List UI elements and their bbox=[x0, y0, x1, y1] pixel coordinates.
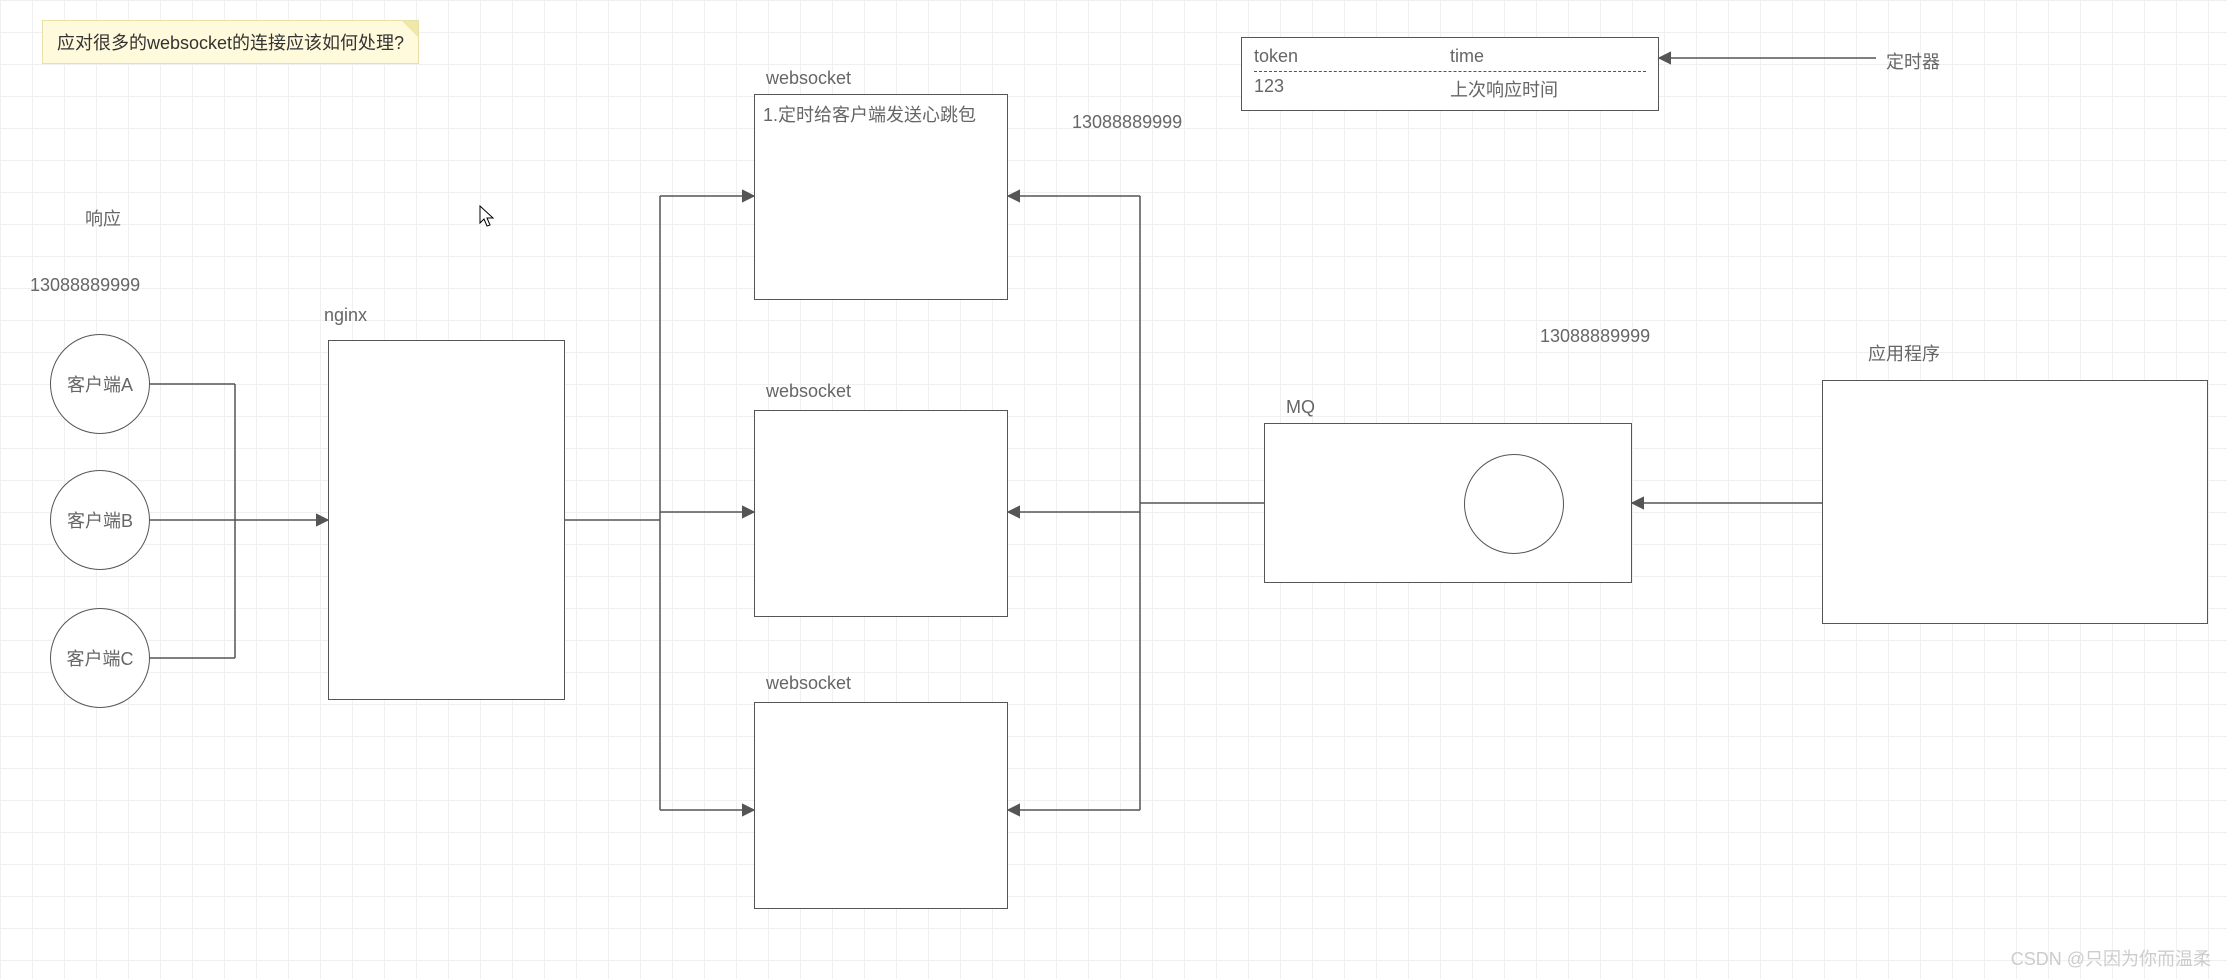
label-phone3: 13088889999 bbox=[1540, 326, 1650, 347]
label-timer: 定时器 bbox=[1886, 48, 1940, 74]
label-ws2: websocket bbox=[766, 381, 851, 402]
th-token: token bbox=[1254, 46, 1450, 67]
websocket-box-1: 1.定时给客户端发送心跳包 bbox=[754, 94, 1008, 300]
client-b: 客户端B bbox=[50, 470, 150, 570]
websocket-box-3 bbox=[754, 702, 1008, 909]
label-response: 响应 bbox=[85, 205, 121, 231]
label-phone2: 13088889999 bbox=[1072, 112, 1182, 133]
mq-circle bbox=[1464, 454, 1564, 554]
client-a-label: 客户端A bbox=[67, 371, 133, 397]
client-a: 客户端A bbox=[50, 334, 150, 434]
mq-box bbox=[1264, 423, 1632, 583]
note-text: 应对很多的websocket的连接应该如何处理? bbox=[57, 33, 404, 53]
heartbeat-text: 1.定时给客户端发送心跳包 bbox=[763, 105, 976, 125]
nginx-box bbox=[328, 340, 565, 700]
label-app: 应用程序 bbox=[1868, 340, 1940, 366]
label-mq: MQ bbox=[1286, 397, 1315, 418]
token-table: token time 123 上次响应时间 bbox=[1241, 37, 1659, 111]
cursor-icon bbox=[478, 205, 496, 229]
label-ws1: websocket bbox=[766, 68, 851, 89]
watermark: CSDN @只因为你而温柔 bbox=[2011, 945, 2211, 971]
th-time: time bbox=[1450, 46, 1646, 67]
client-c: 客户端C bbox=[50, 608, 150, 708]
websocket-box-2 bbox=[754, 410, 1008, 617]
label-phone1: 13088889999 bbox=[30, 275, 140, 296]
label-nginx: nginx bbox=[324, 305, 367, 326]
app-box bbox=[1822, 380, 2208, 624]
client-b-label: 客户端B bbox=[67, 507, 133, 533]
client-c-label: 客户端C bbox=[67, 645, 134, 671]
sticky-note: 应对很多的websocket的连接应该如何处理? bbox=[42, 20, 419, 64]
td-time: 上次响应时间 bbox=[1450, 76, 1646, 102]
td-token: 123 bbox=[1254, 76, 1450, 102]
label-ws3: websocket bbox=[766, 673, 851, 694]
